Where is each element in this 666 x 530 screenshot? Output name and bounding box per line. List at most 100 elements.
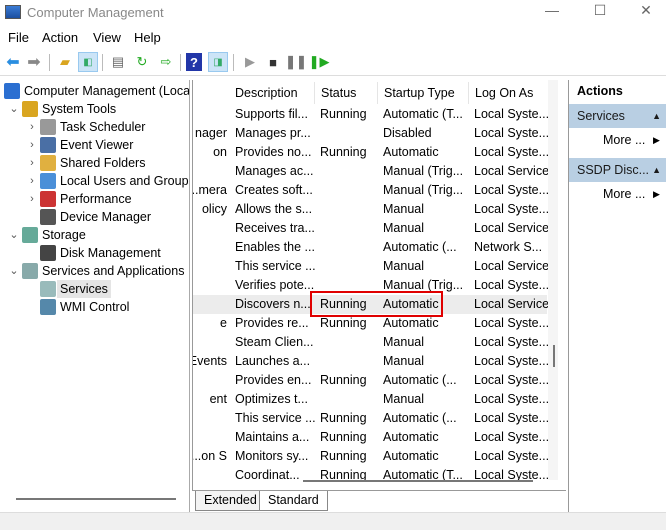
tree-node-icon: [40, 299, 56, 315]
tree-item[interactable]: › Task Scheduler: [0, 118, 189, 136]
expand-chevron-icon[interactable]: ›: [26, 118, 38, 136]
column-header-description[interactable]: Description: [229, 82, 315, 104]
tree-item-label: Task Scheduler: [60, 120, 146, 134]
startup-type-cell: Manual: [383, 392, 424, 406]
vertical-scrollbar[interactable]: [548, 80, 558, 480]
properties-icon[interactable]: ▤: [108, 52, 128, 72]
tree-item-label: Performance: [60, 192, 132, 206]
tree-item[interactable]: Services: [0, 280, 189, 298]
column-header-status[interactable]: Status: [315, 82, 378, 104]
description-cell: Optimizes t...: [235, 392, 308, 406]
table-row[interactable]: Steam Clien... Manual Local Syste...: [193, 333, 548, 352]
tab-extended[interactable]: Extended: [195, 491, 266, 511]
table-row[interactable]: nager Manages pr... Disabled Local Syste...: [193, 124, 548, 143]
resume-service-icon[interactable]: ❚▶: [309, 52, 330, 72]
expand-chevron-icon[interactable]: ›: [26, 190, 38, 208]
actions-section-ssdp[interactable]: SSDP Disc... ▲: [569, 158, 666, 182]
show-hide-action-pane-icon[interactable]: ◨: [208, 52, 228, 72]
table-row[interactable]: Supports fil... Running Automatic (T... Loc…: [193, 105, 548, 124]
tree-item[interactable]: ⌄ Services and Applications: [0, 262, 189, 280]
toolbar-separator: [180, 54, 181, 71]
collapse-chevron-icon[interactable]: ⌄: [8, 262, 20, 280]
toolbar-separator: [102, 54, 103, 71]
more-actions-services[interactable]: More ... ▶: [603, 130, 663, 150]
table-row[interactable]: Manages ac... Manual (Trig... Local Servic…: [193, 162, 548, 181]
menu-bar: File Action View Help: [0, 26, 666, 48]
forward-arrow-icon[interactable]: ➡: [24, 52, 44, 72]
description-cell: Verifies pote...: [235, 278, 315, 292]
minimize-button[interactable]: —: [532, 2, 572, 22]
maximize-button[interactable]: ☐: [580, 2, 620, 22]
window-title: Computer Management: [27, 5, 164, 20]
tree-item[interactable]: › Performance: [0, 190, 189, 208]
more-actions-ssdp[interactable]: More ... ▶: [603, 184, 663, 204]
table-row[interactable]: Maintains a... Running Automatic Local Syst…: [193, 428, 548, 447]
back-arrow-icon[interactable]: ⬅: [3, 52, 23, 72]
pause-service-icon[interactable]: ❚❚: [285, 52, 307, 72]
table-row[interactable]: ent Optimizes t... Manual Local Syste...: [193, 390, 548, 409]
up-folder-icon[interactable]: ▰: [55, 52, 75, 72]
stop-service-icon[interactable]: ■: [263, 52, 283, 72]
tree-item[interactable]: Disk Management: [0, 244, 189, 262]
column-header-startup-type[interactable]: Startup Type: [378, 82, 469, 104]
expand-chevron-icon[interactable]: ›: [26, 136, 38, 154]
show-hide-tree-icon[interactable]: ◧: [78, 52, 98, 72]
table-row[interactable]: Events Launches a... Manual Local Syste...: [193, 352, 548, 371]
table-row[interactable]: on Provides no... Running Automatic Local Sy…: [193, 143, 548, 162]
close-button[interactable]: ✕: [626, 2, 666, 22]
collapse-icon[interactable]: ▲: [652, 104, 661, 128]
log-on-as-cell: Local Syste...: [474, 278, 548, 292]
help-icon[interactable]: ?: [186, 53, 202, 71]
tree-item[interactable]: Device Manager: [0, 208, 189, 226]
horizontal-scrollbar-thumb[interactable]: [303, 480, 533, 482]
vertical-scrollbar-thumb[interactable]: [553, 345, 555, 367]
tree-item[interactable]: Computer Management (Local: [0, 82, 189, 100]
services-list: Description Status Startup Type Log On A…: [192, 80, 558, 490]
table-row[interactable]: Receives tra... Manual Local Service: [193, 219, 548, 238]
tree-item-label: Local Users and Groups: [60, 174, 190, 188]
refresh-icon[interactable]: ↻: [132, 52, 152, 72]
menu-help[interactable]: Help: [134, 30, 161, 45]
tree-item-label: Device Manager: [60, 210, 152, 224]
start-service-icon[interactable]: ▶: [240, 52, 260, 72]
menu-action[interactable]: Action: [42, 30, 78, 45]
collapse-icon[interactable]: ▲: [652, 158, 661, 182]
expand-chevron-icon[interactable]: ›: [26, 154, 38, 172]
column-header-log-on-as[interactable]: Log On As: [469, 82, 549, 104]
table-row[interactable]: Provides en... Running Automatic (... Local…: [193, 371, 548, 390]
collapse-chevron-icon[interactable]: ⌄: [8, 226, 20, 244]
table-row[interactable]: Coordinat... Running Automatic (T... Local …: [193, 466, 548, 485]
description-cell: Maintains a...: [235, 430, 310, 444]
name-cell: Events: [193, 354, 227, 368]
tree-node-icon: [22, 101, 38, 117]
expand-chevron-icon[interactable]: ›: [26, 172, 38, 190]
tree-item[interactable]: › Event Viewer: [0, 136, 189, 154]
log-on-as-cell: Local Service: [474, 221, 548, 235]
tree-item[interactable]: WMI Control: [0, 298, 189, 316]
menu-view[interactable]: View: [93, 30, 121, 45]
table-row[interactable]: mera... Creates soft... Manual (Trig... Loc…: [193, 181, 548, 200]
tree-item[interactable]: › Shared Folders: [0, 154, 189, 172]
tree-item[interactable]: › Local Users and Groups: [0, 172, 190, 190]
table-row[interactable]: olicy Allows the s... Manual Local Syste...: [193, 200, 548, 219]
tree-item[interactable]: ⌄ System Tools: [0, 100, 189, 118]
export-list-icon[interactable]: ⇨: [156, 52, 176, 72]
startup-type-cell: Disabled: [383, 126, 432, 140]
tree-node-icon: [40, 191, 56, 207]
tree-item[interactable]: ⌄ Storage: [0, 226, 189, 244]
tree-node-icon: [40, 245, 56, 261]
table-row[interactable]: Enables the ... Automatic (... Network S..…: [193, 238, 547, 257]
startup-type-cell: Automatic (...: [383, 240, 457, 254]
tab-standard[interactable]: Standard: [259, 491, 328, 511]
tree-horizontal-scrollbar[interactable]: [16, 498, 176, 500]
table-row[interactable]: This service ... Manual Local Service: [193, 257, 548, 276]
startup-type-cell: Manual: [383, 335, 424, 349]
table-row[interactable]: on S... Monitors sy... Running Automatic Loc…: [193, 447, 548, 466]
description-cell: Receives tra...: [235, 221, 315, 235]
collapse-chevron-icon[interactable]: ⌄: [8, 100, 20, 118]
toolbar-separator: [233, 54, 234, 71]
menu-file[interactable]: File: [8, 30, 29, 45]
startup-type-cell: Automatic (T...: [383, 468, 463, 482]
table-row[interactable]: This service ... Running Automatic (... Loc…: [193, 409, 548, 428]
actions-section-services[interactable]: Services ▲: [569, 104, 666, 128]
